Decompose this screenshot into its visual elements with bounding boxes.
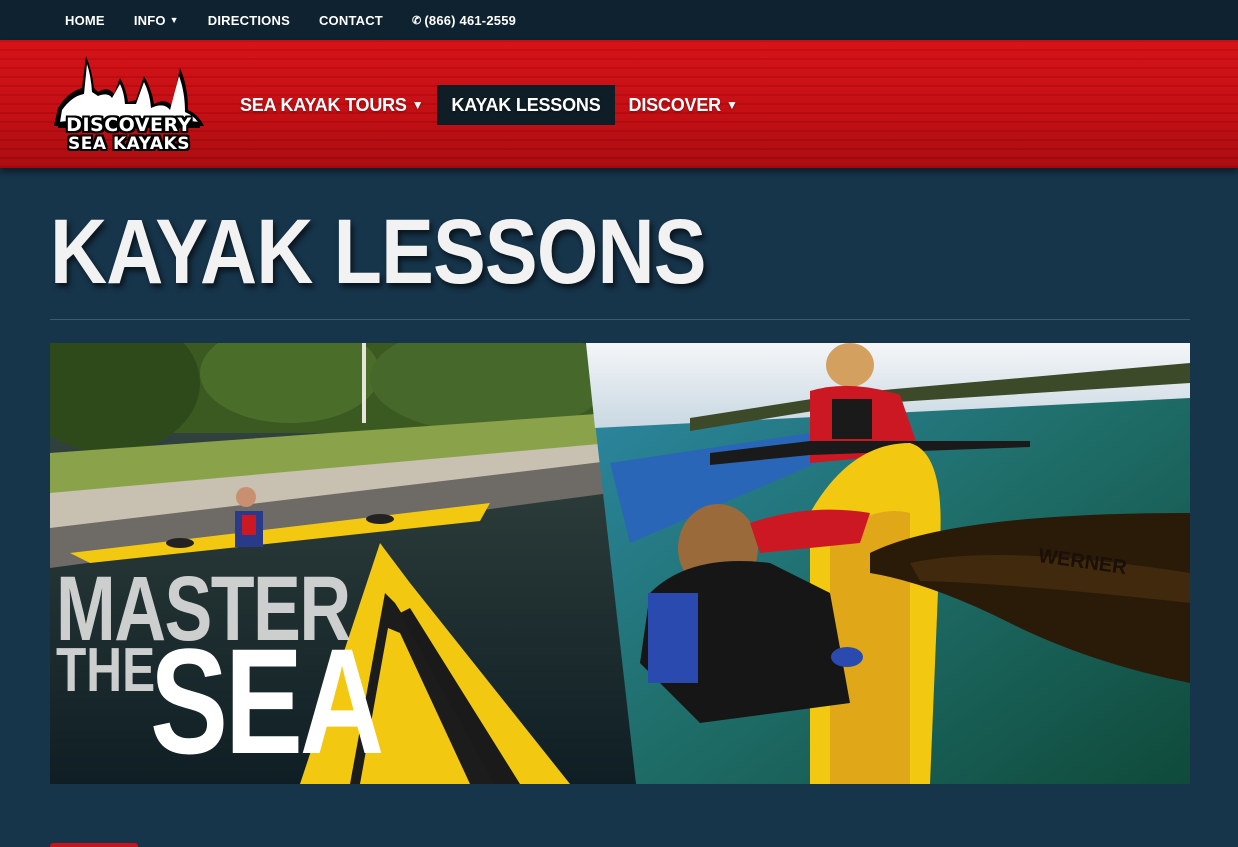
phone-number: (866) 461-2559 <box>424 12 517 28</box>
utility-nav: HOME INFO ▼ DIRECTIONS CONTACT ✆ (866) 461… <box>0 0 1238 40</box>
nav-directions-label: DIRECTIONS <box>207 12 290 28</box>
nav-directions-link[interactable]: DIRECTIONS <box>208 13 290 28</box>
site-logo[interactable]: DISCOVERY SEA KAYAKS <box>48 48 210 160</box>
nav-kayak-lessons[interactable]: KAYAK LESSONS <box>437 85 615 125</box>
nav-info-label: INFO <box>133 12 166 28</box>
logo-line-2: SEA KAYAKS <box>68 134 190 154</box>
main-nav: SEA KAYAK TOURS ▼ KAYAK LESSONS DISCOVER… <box>226 85 752 125</box>
title-divider <box>50 319 1190 320</box>
nav-sea-kayak-tours-label: SEA KAYAK TOURS <box>240 94 407 115</box>
logo-line-1: DISCOVERY <box>66 114 192 136</box>
nav-contact-label: CONTACT <box>318 12 383 28</box>
chevron-down-icon: ▼ <box>411 98 424 112</box>
nav-discover-label: DISCOVER <box>628 94 722 115</box>
page-title: KAYAK LESSONS <box>50 201 707 303</box>
nav-kayak-lessons-label: KAYAK LESSONS <box>451 94 601 115</box>
chevron-down-icon: ▼ <box>169 15 179 25</box>
hero-headline-the: THE <box>56 636 156 705</box>
nav-home-link[interactable]: HOME <box>65 13 105 28</box>
phone-icon: ✆ <box>411 14 422 27</box>
nav-contact-link[interactable]: CONTACT <box>319 13 383 28</box>
chevron-down-icon: ▼ <box>725 98 738 112</box>
hero-headline-sea: SEA <box>150 617 384 784</box>
site-header: DISCOVERY SEA KAYAKS SEA KAYAK TOURS ▼ K… <box>0 40 1238 168</box>
nav-discover[interactable]: DISCOVER ▼ <box>615 85 752 125</box>
section-tab-marker <box>50 843 138 847</box>
nav-sea-kayak-tours[interactable]: SEA KAYAK TOURS ▼ <box>226 85 437 125</box>
nav-home-label: HOME <box>65 12 105 28</box>
logo-wordmark: DISCOVERY SEA KAYAKS <box>48 116 210 154</box>
hero-banner: MASTER THE SEA WERNER <box>50 343 1190 784</box>
nav-info-link[interactable]: INFO ▼ <box>134 13 179 28</box>
nav-phone-link[interactable]: ✆ (866) 461-2559 <box>412 13 516 28</box>
